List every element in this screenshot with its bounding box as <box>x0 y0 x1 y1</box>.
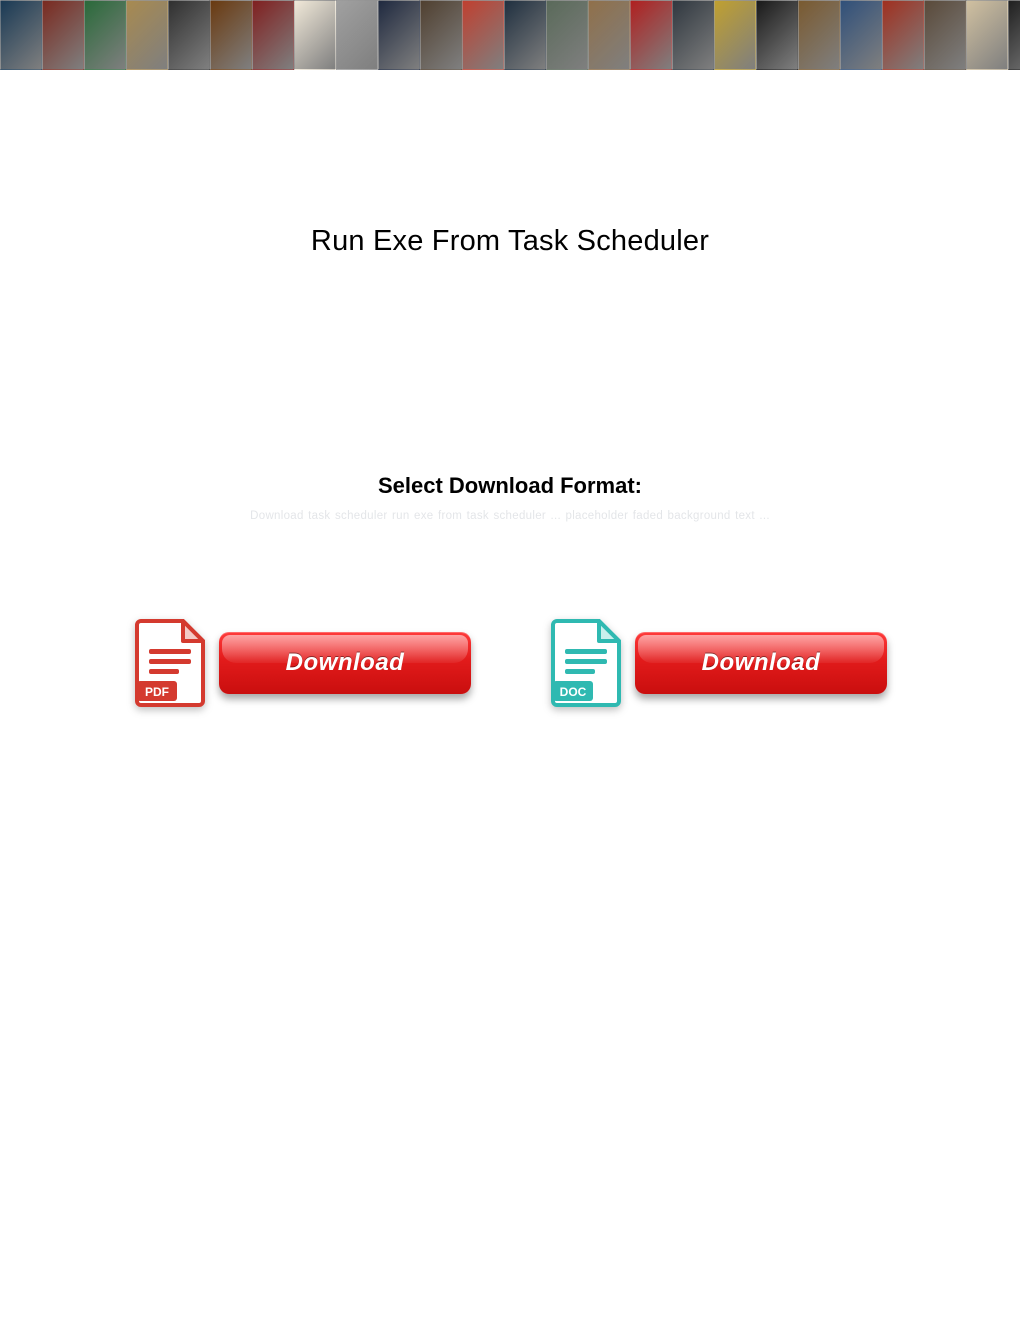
download-doc-label: Download <box>702 649 821 677</box>
banner-tile <box>504 0 546 70</box>
banner-tile <box>378 0 420 70</box>
banner-tile <box>882 0 924 70</box>
download-group-pdf: PDF Download <box>133 619 471 707</box>
download-doc-button[interactable]: Download <box>635 632 887 694</box>
select-format-label: Select Download Format: <box>0 473 1020 499</box>
banner-tile <box>0 0 42 70</box>
download-pdf-button[interactable]: Download <box>219 632 471 694</box>
doc-label: DOC <box>560 685 587 699</box>
ghost-background-text: Download task scheduler run exe from tas… <box>80 509 940 524</box>
pdf-file-icon: PDF <box>133 619 207 707</box>
banner-tile <box>84 0 126 70</box>
banner-tile <box>756 0 798 70</box>
banner-tile <box>294 0 336 70</box>
page-title: Run Exe From Task Scheduler <box>0 225 1020 258</box>
banner-tile <box>336 0 378 70</box>
banner-tile <box>630 0 672 70</box>
download-row: PDF Download DOC Download <box>0 619 1020 707</box>
banner-tile <box>966 0 1008 70</box>
banner-tile <box>1008 0 1020 70</box>
banner-tile <box>42 0 84 70</box>
banner-tile <box>714 0 756 70</box>
banner-tile <box>924 0 966 70</box>
banner-tile <box>126 0 168 70</box>
banner-tile <box>546 0 588 70</box>
banner-tile <box>252 0 294 70</box>
banner-collage <box>0 0 1020 70</box>
banner-tile <box>462 0 504 70</box>
download-group-doc: DOC Download <box>549 619 887 707</box>
download-pdf-label: Download <box>286 649 405 677</box>
doc-file-icon: DOC <box>549 619 623 707</box>
banner-tile <box>210 0 252 70</box>
banner-tile <box>672 0 714 70</box>
banner-tile <box>588 0 630 70</box>
pdf-label: PDF <box>145 685 169 699</box>
banner-tile <box>168 0 210 70</box>
banner-tile <box>840 0 882 70</box>
banner-tile <box>420 0 462 70</box>
banner-tile <box>798 0 840 70</box>
